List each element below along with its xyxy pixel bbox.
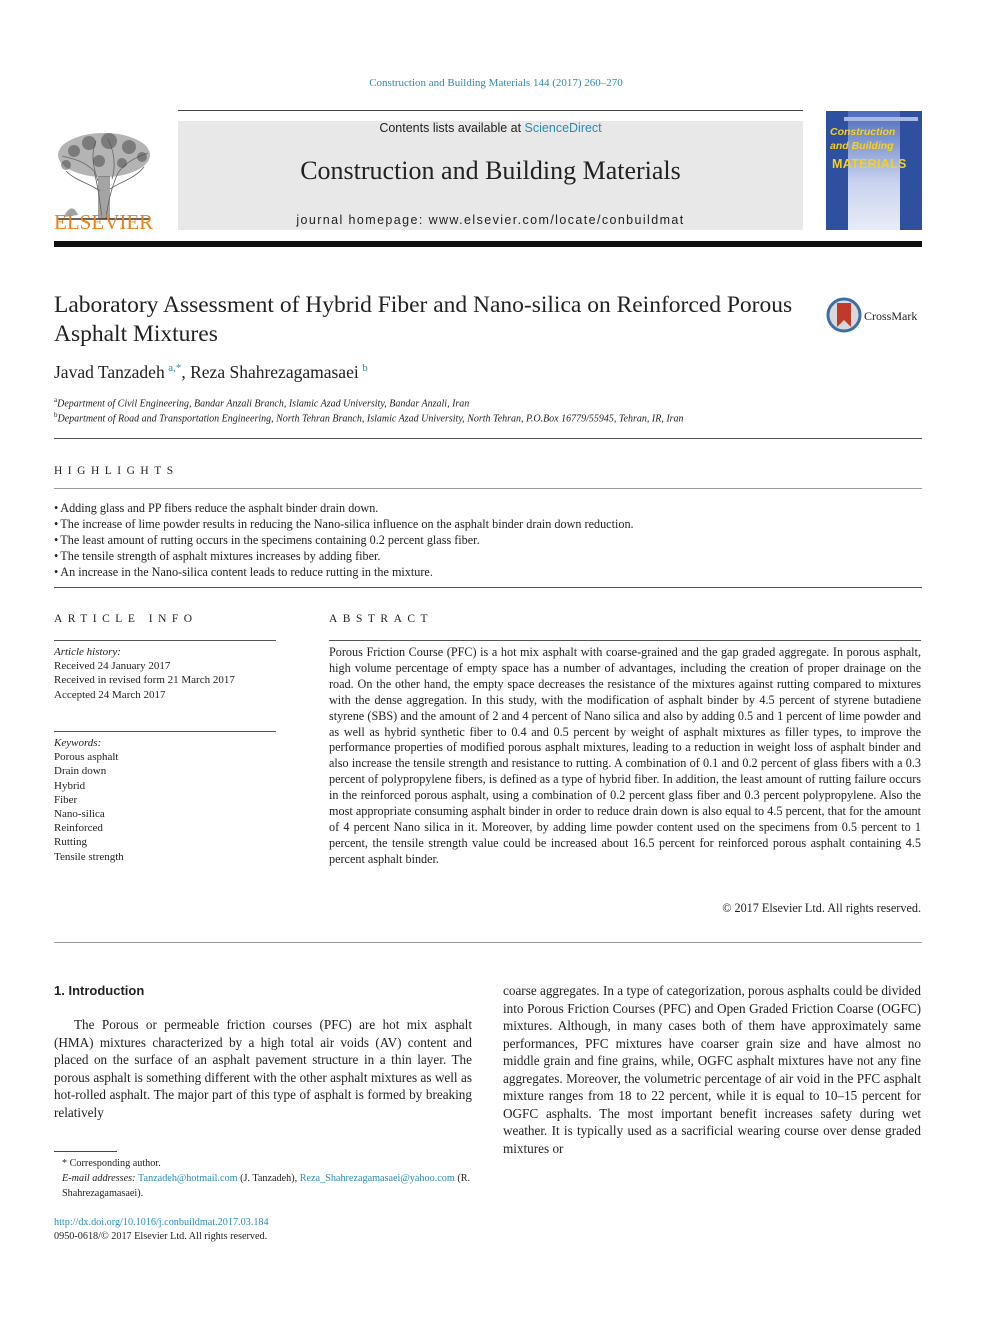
highlight-item: An increase in the Nano-silica content l… [54, 564, 922, 580]
divider [54, 488, 922, 489]
footnotes: * Corresponding author. E-mail addresses… [54, 1156, 484, 1201]
keywords-label: Keywords: [54, 737, 102, 749]
author-separator: , [181, 362, 191, 382]
affiliation-text: Department of Road and Transportation En… [57, 413, 684, 425]
keywords: Keywords: Porous asphalt Drain down Hybr… [54, 736, 276, 864]
keyword: Rutting [54, 836, 88, 849]
cover-materials: MATERIALS [832, 157, 907, 171]
header-top-rule [178, 110, 803, 111]
contents-prefix: Contents lists available at [379, 121, 525, 135]
keyword: Tensile strength [54, 850, 124, 863]
author-name[interactable]: Javad Tanzadeh [54, 362, 165, 382]
body-text-column-1: The Porous or permeable friction courses… [54, 1017, 472, 1120]
footnote-rule [54, 1151, 117, 1152]
cover-title-line2: and Building [830, 140, 894, 152]
body-text-column-2: coarse aggregates. In a type of categori… [503, 983, 921, 1156]
divider [329, 640, 921, 641]
abstract-copyright: © 2017 Elsevier Ltd. All rights reserved… [722, 901, 921, 915]
crossmark-label: CrossMark [864, 309, 918, 323]
article-info-heading: ARTICLE INFO [54, 613, 198, 625]
author-affiliation-marker[interactable]: a,* [168, 362, 181, 374]
keyword: Porous asphalt [54, 751, 119, 764]
history-label: Article history: [54, 646, 121, 658]
journal-cover-image[interactable]: Construction and Building MATERIALS [826, 111, 922, 230]
affiliation-b: bDepartment of Road and Transportation E… [54, 411, 684, 424]
section-heading-introduction: 1. Introduction [54, 983, 145, 998]
email-owner: (J. Tanzadeh), [237, 1173, 300, 1184]
divider [54, 640, 276, 641]
highlights-list: Adding glass and PP fibers reduce the as… [54, 500, 922, 580]
abstract-text: Porous Friction Course (PFC) is a hot mi… [329, 645, 921, 866]
keyword: Reinforced [54, 822, 103, 835]
email-label: E-mail addresses: [62, 1173, 139, 1184]
journal-reference-link[interactable]: Construction and Building Materials 144 … [0, 77, 992, 89]
corresponding-author-note: * Corresponding author. [62, 1158, 161, 1169]
cover-title-line1: Construction [830, 126, 896, 138]
keyword: Fiber [54, 793, 78, 806]
highlight-item: The increase of lime powder results in r… [54, 516, 922, 532]
email-line: E-mail addresses: Tanzadeh@hotmail.com (… [54, 1171, 484, 1201]
doi-link[interactable]: http://dx.doi.org/10.1016/j.conbuildmat.… [54, 1216, 484, 1230]
affiliation-text: Department of Civil Engineering, Bandar … [57, 398, 470, 410]
journal-homepage-link[interactable]: journal homepage: www.elsevier.com/locat… [178, 213, 803, 227]
sciencedirect-link[interactable]: ScienceDirect [525, 121, 602, 135]
elsevier-wordmark: ELSEVIER [54, 210, 154, 234]
history-accepted: Accepted 24 March 2017 [54, 688, 166, 701]
history-received: Received 24 January 2017 [54, 660, 171, 673]
highlight-item: The tensile strength of asphalt mixtures… [54, 548, 922, 564]
affiliation-a: aDepartment of Civil Engineering, Bandar… [54, 396, 469, 409]
journal-name: Construction and Building Materials [300, 156, 681, 185]
history-revised: Received in revised form 21 March 2017 [54, 674, 235, 687]
author-affiliation-marker[interactable]: b [362, 362, 368, 374]
author-name[interactable]: Reza Shahrezagamasaei [190, 362, 359, 382]
keyword: Drain down [54, 765, 107, 778]
issn-line: 0950-0618/© 2017 Elsevier Ltd. All right… [54, 1231, 268, 1242]
highlight-item: The least amount of rutting occurs in th… [54, 532, 922, 548]
divider [54, 942, 922, 943]
email-link[interactable]: Tanzadeh@hotmail.com [138, 1173, 237, 1184]
crossmark-button[interactable]: CrossMark [826, 297, 926, 333]
doi-block: http://dx.doi.org/10.1016/j.conbuildmat.… [54, 1216, 484, 1244]
article-history: Article history: Received 24 January 201… [54, 645, 276, 702]
cover-bar [844, 117, 918, 121]
author-list: Javad Tanzadeh a,*, Reza Shahrezagamasae… [54, 362, 368, 383]
divider [54, 438, 922, 439]
crossmark-icon [826, 297, 862, 333]
contents-line: Contents lists available at ScienceDirec… [178, 121, 803, 135]
highlights-heading: HIGHLIGHTS [54, 465, 179, 477]
article-title: Laboratory Assessment of Hybrid Fiber an… [54, 292, 793, 347]
keyword: Nano-silica [54, 808, 105, 821]
keyword: Hybrid [54, 779, 86, 792]
abstract-heading: ABSTRACT [329, 613, 434, 625]
email-link[interactable]: Reza_Shahrezagamasaei@yahoo.com [300, 1173, 455, 1184]
header-thick-rule [54, 241, 922, 247]
divider [54, 587, 922, 588]
divider [54, 731, 276, 732]
highlight-item: Adding glass and PP fibers reduce the as… [54, 500, 922, 516]
cover-title: Construction and Building [830, 125, 920, 153]
